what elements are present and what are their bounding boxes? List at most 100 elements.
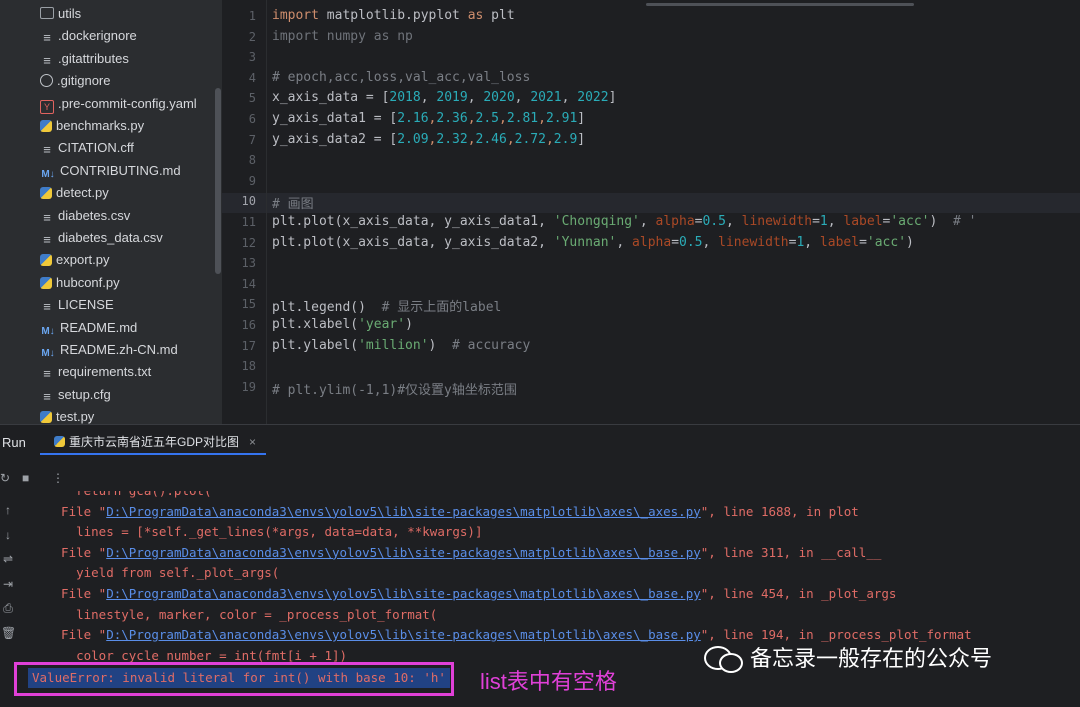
code-token: 2.09 xyxy=(397,131,429,147)
console-line: return gca().plot( xyxy=(46,491,211,498)
print-icon[interactable]: ⎙ xyxy=(1,601,15,616)
console-line: File "D:\ProgramData\anaconda3\envs\yolo… xyxy=(46,586,896,601)
code-token: 'Chongqing' xyxy=(553,214,640,229)
tree-item[interactable]: ≡ diabetes_data.csv xyxy=(40,227,163,249)
code-line[interactable]: import matplotlib.pyplot as plt xyxy=(272,8,515,23)
code-token: 'million' xyxy=(358,337,429,353)
tree-item[interactable]: .gitignore xyxy=(40,70,110,92)
code-token: y_axis_data1 = [ xyxy=(272,111,398,126)
code-token: import numpy as np xyxy=(272,28,413,44)
tree-item[interactable]: test.py xyxy=(40,406,94,424)
file-link[interactable]: D:\ProgramData\anaconda3\envs\yolov5\lib… xyxy=(106,504,701,519)
tree-item[interactable]: Y .pre-commit-config.yaml xyxy=(40,93,197,115)
line-number: 3 xyxy=(248,50,256,65)
ide-top-area: utils ≡ .dockerignore ≡ .gitattributes .gitig… xyxy=(0,0,1080,424)
code-token: 2.5 xyxy=(475,111,499,126)
line-number: 10 xyxy=(241,194,256,209)
tree-item[interactable]: ≡ requirements.txt xyxy=(40,361,151,383)
code-line[interactable]: # epoch,acc,loss,val_acc,val_loss xyxy=(272,70,530,85)
code-token: = xyxy=(859,234,867,250)
code-token: 2020 xyxy=(483,90,515,106)
file-link[interactable]: D:\ProgramData\anaconda3\envs\yolov5\lib… xyxy=(106,586,701,601)
scroll-up-icon[interactable]: ↑ xyxy=(1,503,15,517)
code-line[interactable]: x_axis_data = [2018, 2019, 2020, 2021, 2… xyxy=(272,90,616,105)
run-tab[interactable]: 重庆市云南省近五年GDP对比图 × xyxy=(40,431,267,455)
code-line[interactable]: import numpy as np xyxy=(272,29,413,44)
console-text: File " xyxy=(46,627,107,643)
code-token: , xyxy=(639,214,656,229)
console-text: ", line 311, in __call__ xyxy=(700,544,882,560)
line-number: 19 xyxy=(241,379,256,394)
tree-item-label: LICENSE xyxy=(58,297,114,313)
tree-item-label: utils xyxy=(58,6,82,21)
code-line[interactable]: plt.plot(x_axis_data, y_axis_data2, 'Yun… xyxy=(272,235,914,250)
markdown-file-icon: M↓ xyxy=(41,325,55,337)
close-icon[interactable]: × xyxy=(249,435,256,449)
code-line[interactable]: # plt.ylim(-1,1)#仅设置y轴坐标范围 xyxy=(272,379,517,398)
code-token: ) xyxy=(405,317,413,332)
tree-item[interactable]: M↓ CONTRIBUTING.md xyxy=(40,160,180,182)
line-number: 9 xyxy=(248,173,256,188)
tree-item-label: test.py xyxy=(56,409,95,424)
code-token: 'acc' xyxy=(866,234,907,250)
tree-item[interactable]: export.py xyxy=(40,249,109,271)
scroll-to-end-icon[interactable]: ⇥ xyxy=(1,577,15,591)
line-number: 5 xyxy=(248,91,256,106)
code-token: 2.91 xyxy=(545,111,578,126)
code-token: ] xyxy=(608,90,617,106)
code-line[interactable]: plt.plot(x_axis_data, y_axis_data1, 'Cho… xyxy=(272,214,976,229)
code-token: 2021 xyxy=(530,90,562,106)
code-line[interactable]: # 画图 xyxy=(272,193,314,212)
tree-item[interactable]: M↓ README.md xyxy=(40,317,137,339)
code-line[interactable]: plt.ylabel('million') # accuracy xyxy=(272,338,530,353)
tree-item[interactable]: detect.py xyxy=(40,182,109,204)
line-number: 16 xyxy=(241,318,256,332)
line-number: 1 xyxy=(248,9,256,23)
tree-item-label: .gitignore xyxy=(57,73,111,89)
code-token: , xyxy=(514,90,531,106)
trash-icon[interactable]: 🗑 xyxy=(1,626,16,640)
tree-item[interactable]: benchmarks.py xyxy=(40,115,144,137)
tree-item[interactable]: ≡ LICENSE xyxy=(40,294,114,316)
file-link[interactable]: D:\ProgramData\anaconda3\envs\yolov5\lib… xyxy=(106,545,701,560)
console-text: File " xyxy=(46,503,107,519)
console-text: return gca().plot( xyxy=(46,491,211,498)
scroll-down-icon[interactable]: ↓ xyxy=(1,528,15,542)
code-token: # accuracy xyxy=(452,337,531,353)
code-token: , xyxy=(467,131,476,147)
text-file-icon: ≡ xyxy=(43,52,51,68)
code-token: matplotlib.pyplot xyxy=(318,8,468,23)
tree-item[interactable]: ≡ setup.cfg xyxy=(40,384,111,406)
code-line[interactable]: y_axis_data1 = [2.16,2.36,2.5,2.81,2.91] xyxy=(272,111,585,126)
code-token: , xyxy=(702,234,719,250)
line-number: 18 xyxy=(241,359,256,374)
error-message[interactable]: ValueError: invalid literal for int() wi… xyxy=(28,668,450,688)
tree-item[interactable]: hubconf.py xyxy=(40,272,120,294)
code-token: # epoch,acc,loss,val_acc,val_loss xyxy=(272,69,531,85)
code-editor[interactable]: 1 import matplotlib.pyplot as plt 2 import … xyxy=(222,0,1080,424)
editor-horizontal-scrollbar[interactable] xyxy=(646,3,914,6)
tree-item[interactable]: M↓ README.zh-CN.md xyxy=(40,339,178,361)
file-link[interactable]: D:\ProgramData\anaconda3\envs\yolov5\lib… xyxy=(106,627,701,642)
rerun-icon[interactable]: ↻ xyxy=(0,471,10,485)
text-file-icon: ≡ xyxy=(43,388,51,404)
code-line[interactable]: plt.legend() # 显示上面的label xyxy=(272,296,501,315)
tree-item[interactable]: ≡ diabetes.csv xyxy=(40,205,130,227)
tree-item[interactable]: utils xyxy=(40,3,81,25)
code-token: label xyxy=(819,234,860,250)
tree-item-label: README.zh-CN.md xyxy=(60,342,178,357)
tree-scrollbar[interactable] xyxy=(215,88,221,274)
code-token: , xyxy=(616,234,633,250)
tree-item[interactable]: ≡ CITATION.cff xyxy=(40,137,134,159)
tree-item[interactable]: ≡ .dockerignore xyxy=(40,25,137,47)
console-text: File " xyxy=(46,586,107,601)
code-line[interactable]: y_axis_data2 = [2.09,2.32,2.46,2.72,2.9] xyxy=(272,132,585,147)
code-line[interactable]: plt.xlabel('year') xyxy=(272,317,413,332)
stop-icon[interactable]: ■ xyxy=(22,471,29,485)
soft-wrap-icon[interactable]: ⇌ xyxy=(1,552,15,566)
more-options-icon[interactable]: ⋮ xyxy=(52,471,64,485)
python-file-icon xyxy=(40,276,52,289)
code-token: , xyxy=(420,90,437,106)
code-token: , xyxy=(499,111,507,126)
tree-item[interactable]: ≡ .gitattributes xyxy=(40,48,129,70)
